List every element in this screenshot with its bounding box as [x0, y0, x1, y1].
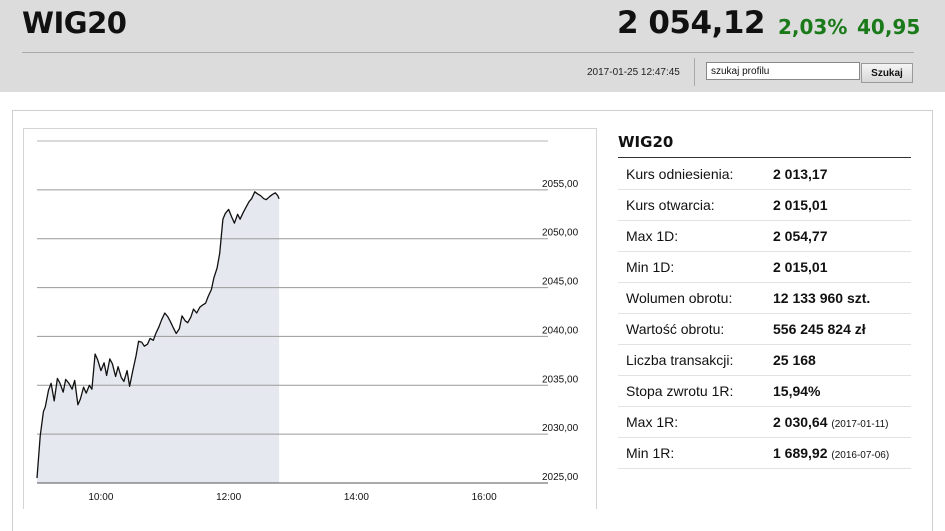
info-row-label: Max 1D:: [626, 228, 679, 244]
price-area: [37, 191, 280, 484]
info-row: Min 1R: 1 689,92 (2016-07-06): [618, 437, 911, 469]
y-tick-label: 2030,00: [542, 423, 579, 434]
info-row-value-text: 12 133 960 szt.: [773, 290, 871, 306]
info-row-value-text: 1 689,92: [773, 445, 828, 461]
y-tick-label: 2040,00: [542, 325, 579, 336]
info-row-label: Kurs odniesienia:: [626, 166, 734, 182]
x-tick-label: 14:00: [344, 492, 369, 503]
info-row-label: Min 1R:: [626, 445, 675, 461]
info-row: Wolumen obrotu: 12 133 960 szt.: [618, 282, 911, 314]
info-row-value: 556 245 824 zł: [773, 321, 866, 337]
info-row-value-text: 2 015,01: [773, 197, 828, 213]
info-row-note: (2017-01-11): [831, 419, 889, 430]
info-row-value-text: 2 054,77: [773, 228, 828, 244]
info-row-value-text: 25 168: [773, 352, 816, 368]
info-row-label: Wolumen obrotu:: [626, 290, 733, 306]
y-tick-label: 2050,00: [542, 228, 579, 239]
info-row-value: 25 168: [773, 352, 816, 368]
info-row: Kurs odniesienia: 2 013,17: [618, 158, 911, 190]
info-row-label: Liczba transakcji:: [626, 352, 734, 368]
info-row: Wartość obrotu: 556 245 824 zł: [618, 313, 911, 345]
info-row-value-text: 2 013,17: [773, 166, 828, 182]
info-row: Liczba transakcji: 25 168: [618, 344, 911, 376]
info-row-value: 1 689,92 (2016-07-06): [773, 445, 889, 461]
info-row: Max 1D: 2 054,77: [618, 220, 911, 252]
y-tick-label: 2025,00: [542, 472, 579, 483]
info-row-value-text: 2 030,64: [773, 414, 828, 430]
x-tick-label: 12:00: [216, 492, 241, 503]
info-row-value: 2 015,01: [773, 197, 828, 213]
info-row: Kurs otwarcia: 2 015,01: [618, 189, 911, 221]
info-table-title: WIG20: [618, 133, 674, 151]
info-row-label: Max 1R:: [626, 414, 679, 430]
info-row-value: 2 054,77: [773, 228, 828, 244]
info-row-value: 2 015,01: [773, 259, 828, 275]
info-row-value-text: 15,94%: [773, 383, 821, 399]
info-row-value: 2 030,64 (2017-01-11): [773, 414, 888, 430]
info-row-value-text: 2 015,01: [773, 259, 828, 275]
x-tick-label: 10:00: [88, 492, 113, 503]
y-tick-label: 2035,00: [542, 374, 579, 385]
info-row-value: 12 133 960 szt.: [773, 290, 870, 306]
info-row: Stopa zwrotu 1R: 15,94%: [618, 375, 911, 407]
info-row-value: 2 013,17: [773, 166, 828, 182]
info-row-note: (2016-07-06): [831, 450, 890, 461]
info-row-value: 15,94%: [773, 383, 820, 399]
info-row: Min 1D: 2 015,01: [618, 251, 911, 283]
info-row-value-text: 556 245 824 zł: [773, 321, 866, 337]
info-row: Max 1R: 2 030,64 (2017-01-11): [618, 406, 911, 438]
y-tick-label: 2055,00: [542, 179, 579, 190]
info-row-label: Wartość obrotu:: [626, 321, 725, 337]
y-tick-label: 2045,00: [542, 277, 579, 288]
info-row-label: Min 1D:: [626, 259, 675, 275]
info-row-label: Kurs otwarcia:: [626, 197, 715, 213]
x-tick-label: 16:00: [472, 492, 497, 503]
info-row-label: Stopa zwrotu 1R:: [626, 383, 734, 399]
